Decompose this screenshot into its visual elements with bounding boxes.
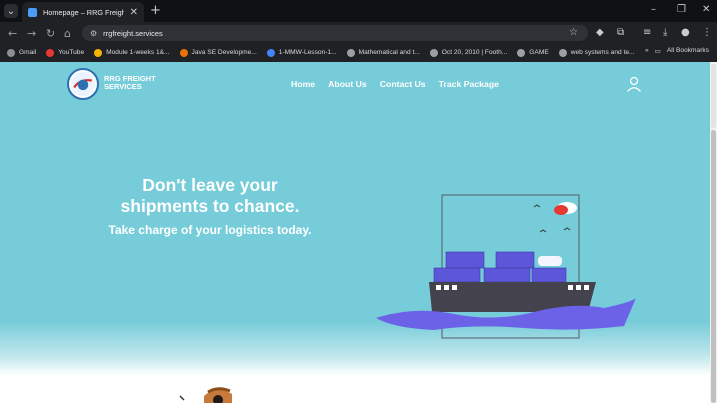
window-close-icon[interactable]: ✕ — [702, 4, 710, 15]
nav-track-package[interactable]: Track Package — [439, 79, 499, 89]
bookmark-label: Mathematical and t... — [358, 49, 420, 56]
user-account-icon[interactable] — [626, 76, 642, 92]
bookmark-label: Gmail — [19, 49, 37, 56]
bookmark-star-icon[interactable]: ☆ — [569, 27, 578, 38]
hero-line-2: shipments to chance. — [120, 196, 300, 216]
hero-headline: Don't leave your shipments to chance. — [90, 175, 330, 217]
bookmark-item[interactable]: YouTube — [46, 48, 85, 57]
bookmark-favicon-icon — [46, 48, 55, 57]
puzzle-icon[interactable]: ⧉ — [617, 27, 624, 38]
brand-line-2: SERVICES — [104, 82, 142, 91]
bookmark-label: Module 1-weeks 1&... — [106, 49, 170, 56]
cargo-ship-illustration — [376, 194, 636, 339]
bookmark-favicon-icon — [7, 48, 15, 57]
chevron-double-icon[interactable]: » — [645, 47, 649, 55]
site-favicon-icon — [28, 7, 37, 17]
home-icon[interactable]: ⌂ — [64, 27, 71, 40]
folder-icon: ▭ — [654, 48, 661, 55]
bookmark-favicon-icon — [266, 48, 275, 57]
bookmark-item[interactable]: GAME — [517, 48, 549, 57]
site-info-icon[interactable]: ⚙ — [90, 29, 97, 38]
restore-icon[interactable]: ❐ — [677, 4, 686, 15]
media-icon[interactable]: ≡ — [643, 27, 651, 38]
all-bookmarks-label[interactable]: All Bookmarks — [667, 47, 709, 55]
bookmark-label: GAME — [529, 49, 549, 56]
tab-title: Homepage – RRG Freight Servi — [43, 7, 124, 17]
bookmark-item[interactable]: 1-MMW-Lesson-1... — [266, 48, 337, 57]
minimize-icon[interactable]: – — [651, 4, 656, 15]
back-icon[interactable]: ← — [8, 27, 17, 40]
url-text: rrgfreight.services — [103, 28, 163, 38]
website-page: RRG FREIGHT SERVICES Home About Us Conta… — [0, 62, 710, 403]
scrollbar-thumb[interactable] — [711, 130, 716, 403]
courier-illustration — [179, 387, 232, 403]
nav-about-us[interactable]: About Us — [328, 79, 367, 89]
address-bar[interactable]: ⚙ rrgfreight.services ☆ — [82, 25, 588, 41]
scrollbar-track-upper — [711, 64, 716, 128]
bookmark-label: YouTube — [58, 49, 85, 56]
reload-icon[interactable]: ↻ — [46, 27, 55, 40]
tab-search-button[interactable]: ⌄ — [4, 4, 18, 18]
menu-dots-icon[interactable]: ⋮ — [702, 27, 712, 38]
forward-icon[interactable]: → — [27, 27, 36, 40]
bookmarks-overflow[interactable]: » ▭ All Bookmarks — [645, 47, 709, 55]
bookmark-item[interactable]: Java SE Developme... — [179, 48, 257, 57]
new-tab-icon[interactable]: + — [150, 3, 161, 18]
bookmark-label: Oct 20, 2010 | Footh... — [441, 49, 508, 56]
bookmark-favicon-icon — [179, 48, 188, 57]
close-icon[interactable]: ✕ — [130, 7, 138, 18]
bookmark-favicon-icon — [558, 48, 567, 57]
bookmarks-bar: Gmail YouTube Module 1-weeks 1&... Java SE … — [0, 45, 717, 60]
main-nav: Home About Us Contact Us Track Package — [291, 79, 499, 89]
nav-home[interactable]: Home — [291, 79, 315, 89]
nav-contact-us[interactable]: Contact Us — [380, 79, 426, 89]
bookmark-label: Java SE Developme... — [191, 49, 257, 56]
hero-subtitle: Take charge of your logistics today. — [108, 223, 312, 237]
download-icon[interactable]: ⤓ — [663, 27, 667, 38]
bookmark-item[interactable]: Mathematical and t... — [346, 48, 420, 57]
brand-logo-icon[interactable] — [67, 68, 99, 100]
bookmark-favicon-icon — [94, 48, 103, 57]
active-tab[interactable]: Homepage – RRG Freight Servi ✕ — [22, 2, 144, 22]
bookmark-favicon-icon — [517, 48, 526, 57]
bookmark-item[interactable]: web systems and te... — [558, 48, 635, 57]
browser-chrome: ⌄ Homepage – RRG Freight Servi ✕ + – ❐ ✕… — [0, 0, 717, 62]
bookmark-item[interactable]: Gmail — [7, 48, 37, 57]
bookmark-item[interactable]: Oct 20, 2010 | Footh... — [429, 48, 508, 57]
extension-icon[interactable]: ◆ — [596, 27, 604, 38]
profile-avatar-icon[interactable]: ● — [681, 27, 690, 38]
bookmark-item[interactable]: Module 1-weeks 1&... — [94, 48, 170, 57]
bookmark-label: 1-MMW-Lesson-1... — [278, 49, 337, 56]
brand-name[interactable]: RRG FREIGHT SERVICES — [104, 75, 156, 91]
hero-line-1: Don't leave your — [142, 175, 278, 195]
bookmark-label: web systems and te... — [570, 49, 635, 56]
bookmark-favicon-icon — [346, 48, 355, 57]
bookmark-favicon-icon — [429, 48, 438, 57]
